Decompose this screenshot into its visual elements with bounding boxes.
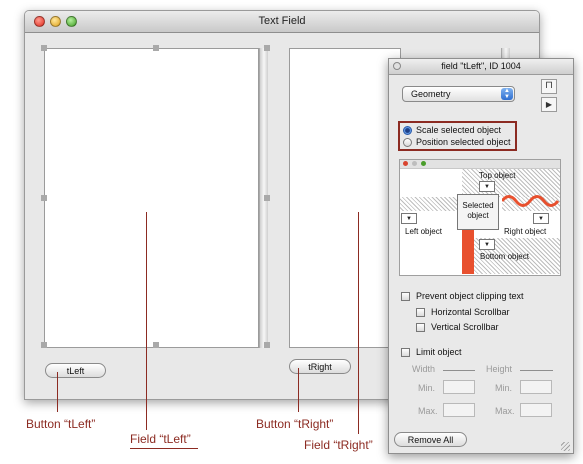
limit-object-label[interactable]: Limit object <box>416 347 462 357</box>
top-object-dropdown[interactable]: ▼ <box>479 181 495 192</box>
selection-handle[interactable] <box>41 195 47 201</box>
window-title: Text Field <box>258 15 306 27</box>
max-height-label: Max. <box>495 406 515 416</box>
geometry-mode-radio-group: Scale selected object Position selected … <box>398 121 517 151</box>
right-object-dropdown[interactable]: ▼ <box>533 213 549 224</box>
diagram-toolbar <box>400 160 560 169</box>
callout-line-button-tright <box>298 368 299 412</box>
selection-handle[interactable] <box>153 45 159 51</box>
play-icon[interactable]: ▶ <box>541 97 557 112</box>
selected-object-line1: Selected <box>462 201 494 210</box>
callout-line-field-tright <box>358 212 359 434</box>
prevent-clipping-checkbox[interactable] <box>401 292 410 301</box>
min-height-input[interactable] <box>520 380 552 394</box>
callout-line-field-tleft <box>146 212 147 430</box>
selected-object-line2: object <box>467 211 489 220</box>
field-tleft[interactable] <box>44 48 259 348</box>
selection-handle[interactable] <box>264 45 270 51</box>
callout-button-tleft: Button “tLeft” <box>26 417 96 431</box>
button-tleft[interactable]: tLeft <box>45 363 106 378</box>
max-height-input[interactable] <box>520 403 552 417</box>
callout-underline-field-tleft <box>130 448 198 449</box>
left-object-dropdown[interactable]: ▼ <box>401 213 417 224</box>
selection-handle[interactable] <box>264 342 270 348</box>
window-titlebar[interactable]: Text Field <box>25 11 539 33</box>
red-dot-icon <box>403 161 408 166</box>
remove-all-button[interactable]: Remove All <box>394 432 467 447</box>
min-height-label: Min. <box>495 383 513 393</box>
selection-handle[interactable] <box>41 45 47 51</box>
pane-select-value: Geometry <box>411 89 451 99</box>
min-width-label: Min. <box>418 383 436 393</box>
inspector-titlebar[interactable]: field "tLeft", ID 1004 <box>389 59 573 75</box>
prevent-clipping-label[interactable]: Prevent object clipping text <box>416 291 524 301</box>
top-object-label: Top object <box>479 171 516 180</box>
field-tright[interactable] <box>289 48 401 348</box>
callout-line-button-tleft <box>57 372 58 412</box>
pane-select[interactable]: Geometry ▲ ▼ <box>402 86 515 102</box>
spring-wave-icon <box>502 195 560 207</box>
callout-button-tright: Button “tRight” <box>256 417 334 431</box>
lock-icon[interactable]: ⊓ <box>541 79 557 94</box>
left-object-area <box>400 197 458 211</box>
bottom-object-label: Bottom object <box>480 252 529 261</box>
position-radio-label[interactable]: Position selected object <box>416 137 511 147</box>
hscroll-label[interactable]: Horizontal Scrollbar <box>431 307 510 317</box>
gray-dot-icon <box>412 161 417 166</box>
right-object-label: Right object <box>504 227 547 236</box>
green-dot-icon <box>421 161 426 166</box>
property-inspector: field "tLeft", ID 1004 Geometry ▲ ▼ ⊓ ▶ S… <box>388 58 574 454</box>
callout-field-tleft: Field “tLeft” <box>130 432 191 446</box>
scale-radio[interactable] <box>403 126 412 135</box>
height-label: Height <box>486 364 513 374</box>
height-underline <box>520 370 553 371</box>
geometry-diagram: Selected object Top object ▼ ▼ Left obje… <box>399 159 561 276</box>
left-object-label: Left object <box>405 227 442 236</box>
selected-object-box: Selected object <box>457 194 499 230</box>
inspector-title: field "tLeft", ID 1004 <box>441 61 521 71</box>
max-width-label: Max. <box>418 406 438 416</box>
hscroll-checkbox[interactable] <box>416 308 425 317</box>
vscroll-label[interactable]: Vertical Scrollbar <box>431 322 499 332</box>
min-width-input[interactable] <box>443 380 475 394</box>
bottom-object-dropdown[interactable]: ▼ <box>479 239 495 250</box>
limit-object-checkbox[interactable] <box>401 348 410 357</box>
resize-grip-icon[interactable] <box>561 442 570 451</box>
selection-handle[interactable] <box>41 342 47 348</box>
selection-handle[interactable] <box>264 195 270 201</box>
width-label: Width <box>412 364 436 374</box>
vscroll-checkbox[interactable] <box>416 323 425 332</box>
width-underline <box>443 370 475 371</box>
selection-handle[interactable] <box>153 342 159 348</box>
position-radio[interactable] <box>403 138 412 147</box>
max-width-input[interactable] <box>443 403 475 417</box>
scale-radio-label[interactable]: Scale selected object <box>416 125 501 135</box>
callout-field-tright: Field “tRight” <box>304 438 373 452</box>
updown-arrows-icon: ▲ ▼ <box>501 88 513 100</box>
